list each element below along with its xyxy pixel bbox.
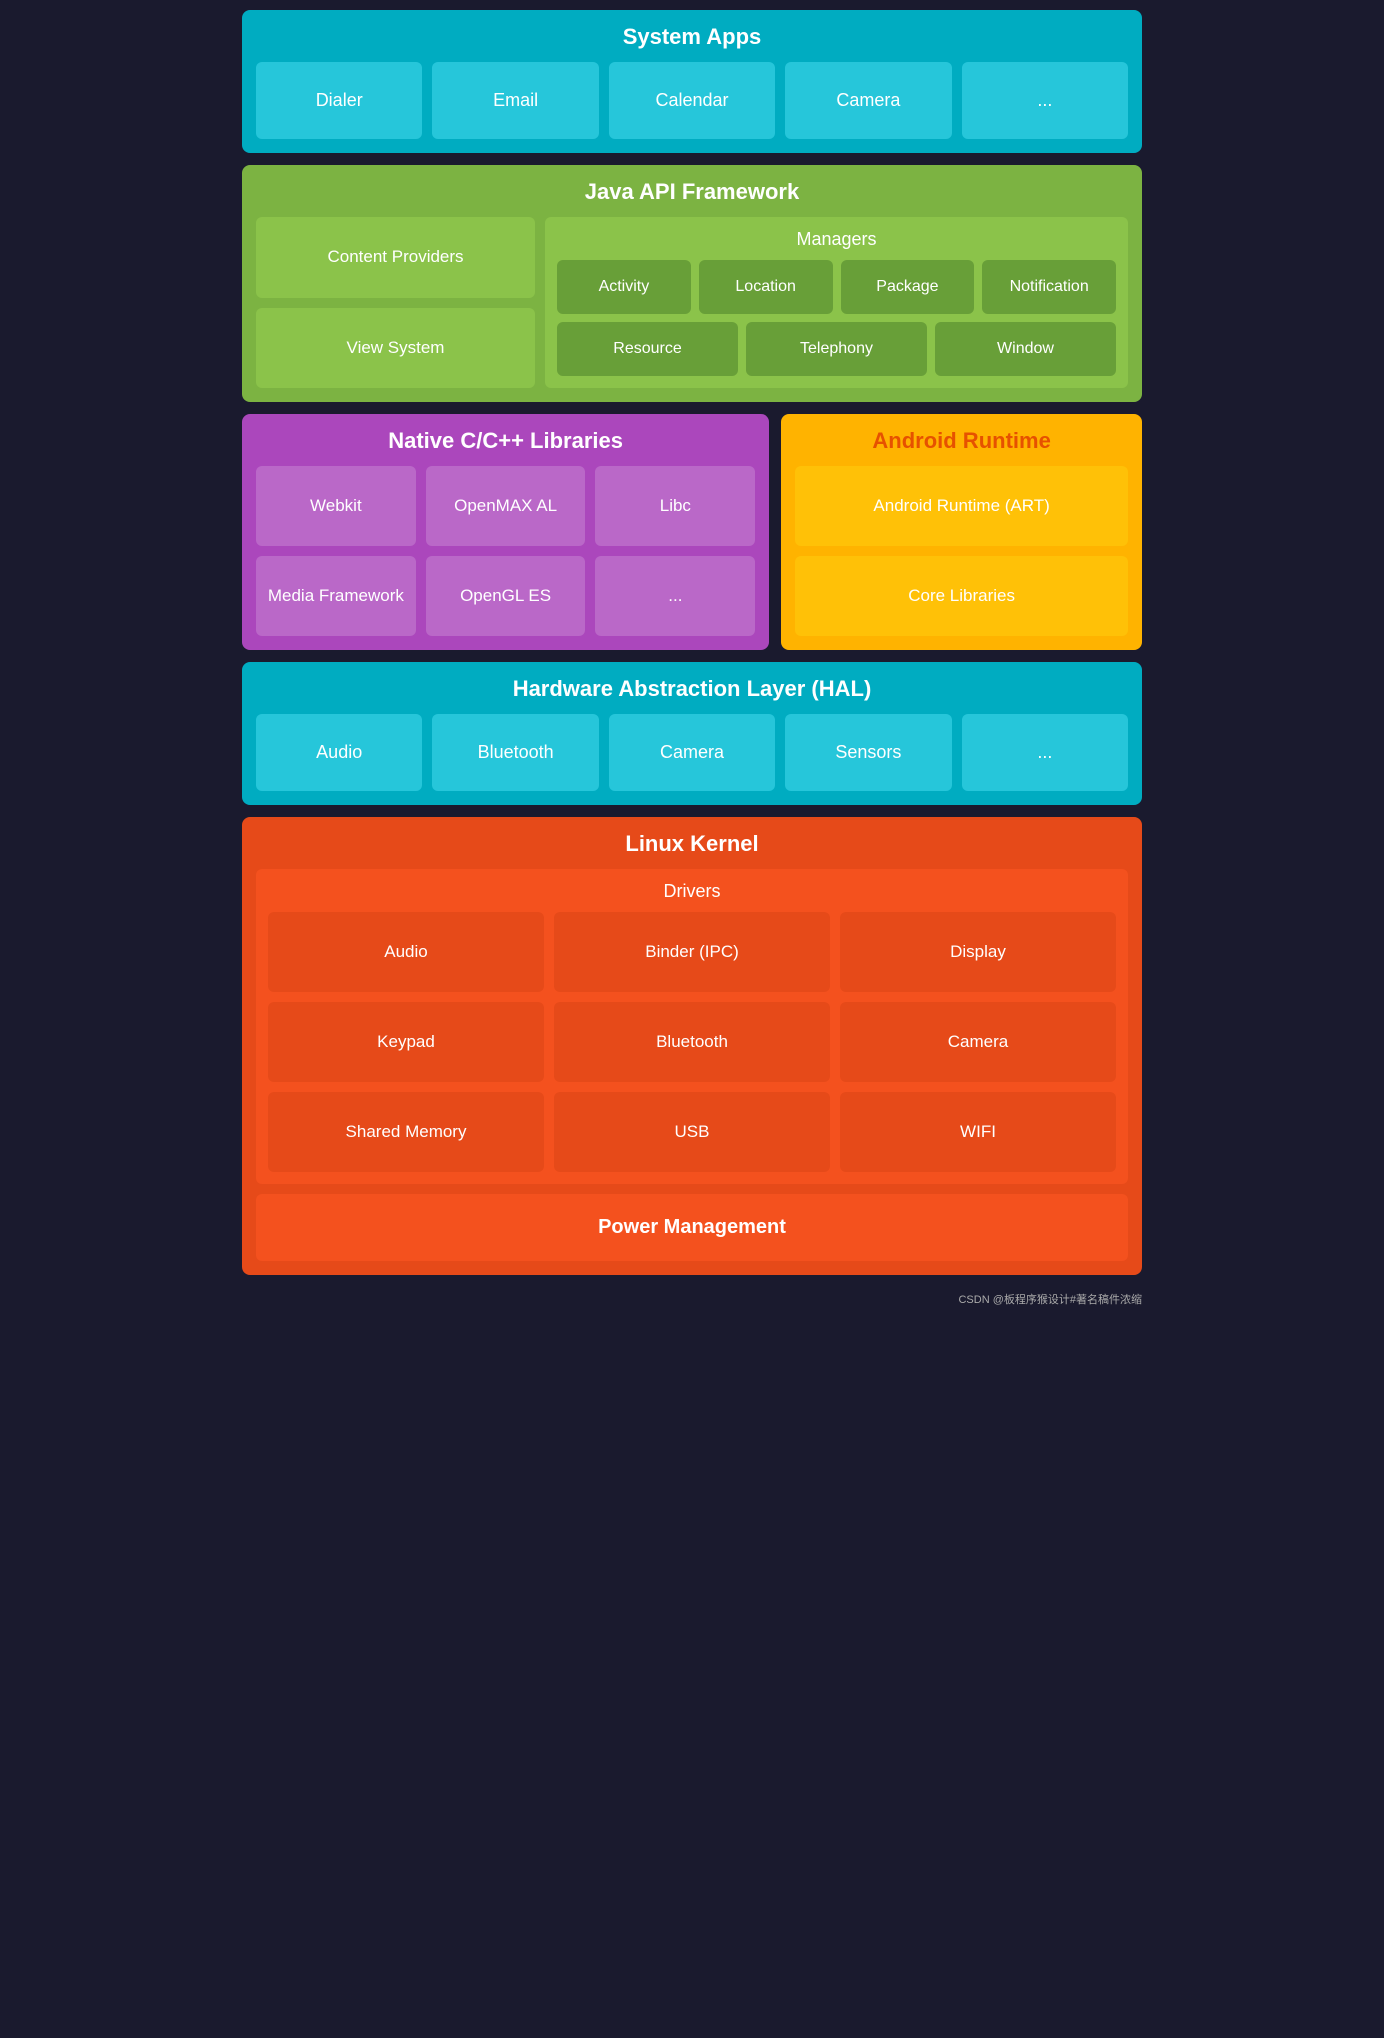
middle-row: Native C/C++ Libraries Webkit OpenMAX AL… bbox=[242, 414, 1142, 650]
manager-activity: Activity bbox=[557, 260, 691, 314]
driver-shared-memory: Shared Memory bbox=[268, 1092, 544, 1172]
linux-kernel-title: Linux Kernel bbox=[256, 831, 1128, 857]
java-api-title: Java API Framework bbox=[256, 179, 1128, 205]
driver-usb: USB bbox=[554, 1092, 830, 1172]
managers-row-1: Activity Location Package Notification bbox=[557, 260, 1116, 314]
hal-layer: Hardware Abstraction Layer (HAL) Audio B… bbox=[242, 662, 1142, 805]
java-api-managers: Managers Activity Location Package Notif… bbox=[545, 217, 1128, 388]
app-dialer: Dialer bbox=[256, 62, 422, 139]
native-cpp-layer: Native C/C++ Libraries Webkit OpenMAX AL… bbox=[242, 414, 769, 650]
app-camera: Camera bbox=[785, 62, 951, 139]
drivers-title: Drivers bbox=[268, 881, 1116, 902]
native-webkit: Webkit bbox=[256, 466, 416, 546]
driver-binder: Binder (IPC) bbox=[554, 912, 830, 992]
managers-row-2: Resource Telephony Window bbox=[557, 322, 1116, 376]
native-grid: Webkit OpenMAX AL Libc Media Framework O… bbox=[256, 466, 755, 636]
driver-audio: Audio bbox=[268, 912, 544, 992]
java-api-layer: Java API Framework Content Providers Vie… bbox=[242, 165, 1142, 402]
java-api-content: Content Providers View System Managers A… bbox=[256, 217, 1128, 388]
app-email: Email bbox=[432, 62, 598, 139]
linux-kernel-layer: Linux Kernel Drivers Audio Binder (IPC) … bbox=[242, 817, 1142, 1275]
native-openmax: OpenMAX AL bbox=[426, 466, 586, 546]
android-runtime-title: Android Runtime bbox=[795, 428, 1128, 454]
manager-telephony: Telephony bbox=[746, 322, 927, 376]
hal-grid: Audio Bluetooth Camera Sensors ... bbox=[256, 714, 1128, 791]
drivers-grid: Audio Binder (IPC) Display Keypad Blueto… bbox=[268, 912, 1116, 1172]
manager-package: Package bbox=[841, 260, 975, 314]
driver-keypad: Keypad bbox=[268, 1002, 544, 1082]
hal-audio: Audio bbox=[256, 714, 422, 791]
managers-title: Managers bbox=[557, 229, 1116, 250]
view-system-box: View System bbox=[256, 308, 535, 389]
driver-camera: Camera bbox=[840, 1002, 1116, 1082]
app-more: ... bbox=[962, 62, 1128, 139]
native-more: ... bbox=[595, 556, 755, 636]
managers-grid: Activity Location Package Notification R… bbox=[557, 260, 1116, 376]
android-runtime-layer: Android Runtime Android Runtime (ART) Co… bbox=[781, 414, 1142, 650]
hal-title: Hardware Abstraction Layer (HAL) bbox=[256, 676, 1128, 702]
driver-display: Display bbox=[840, 912, 1116, 992]
drivers-container: Drivers Audio Binder (IPC) Display Keypa… bbox=[256, 869, 1128, 1184]
native-cpp-title: Native C/C++ Libraries bbox=[256, 428, 755, 454]
watermark: CSDN @板程序猴设计#著名稿件浓缩 bbox=[242, 1291, 1142, 1307]
native-media: Media Framework bbox=[256, 556, 416, 636]
native-libc: Libc bbox=[595, 466, 755, 546]
manager-notification: Notification bbox=[982, 260, 1116, 314]
hal-camera: Camera bbox=[609, 714, 775, 791]
java-api-left: Content Providers View System bbox=[256, 217, 535, 388]
content-providers-box: Content Providers bbox=[256, 217, 535, 298]
runtime-art: Android Runtime (ART) bbox=[795, 466, 1128, 546]
system-apps-title: System Apps bbox=[256, 24, 1128, 50]
system-apps-grid: Dialer Email Calendar Camera ... bbox=[256, 62, 1128, 139]
runtime-core-libs: Core Libraries bbox=[795, 556, 1128, 636]
manager-window: Window bbox=[935, 322, 1116, 376]
system-apps-layer: System Apps Dialer Email Calendar Camera… bbox=[242, 10, 1142, 153]
manager-location: Location bbox=[699, 260, 833, 314]
native-opengl: OpenGL ES bbox=[426, 556, 586, 636]
hal-bluetooth: Bluetooth bbox=[432, 714, 598, 791]
driver-wifi: WIFI bbox=[840, 1092, 1116, 1172]
app-calendar: Calendar bbox=[609, 62, 775, 139]
hal-more: ... bbox=[962, 714, 1128, 791]
hal-sensors: Sensors bbox=[785, 714, 951, 791]
manager-resource: Resource bbox=[557, 322, 738, 376]
driver-bluetooth: Bluetooth bbox=[554, 1002, 830, 1082]
runtime-grid: Android Runtime (ART) Core Libraries bbox=[795, 466, 1128, 636]
power-management-box: Power Management bbox=[256, 1194, 1128, 1261]
android-architecture-diagram: System Apps Dialer Email Calendar Camera… bbox=[242, 10, 1142, 1307]
